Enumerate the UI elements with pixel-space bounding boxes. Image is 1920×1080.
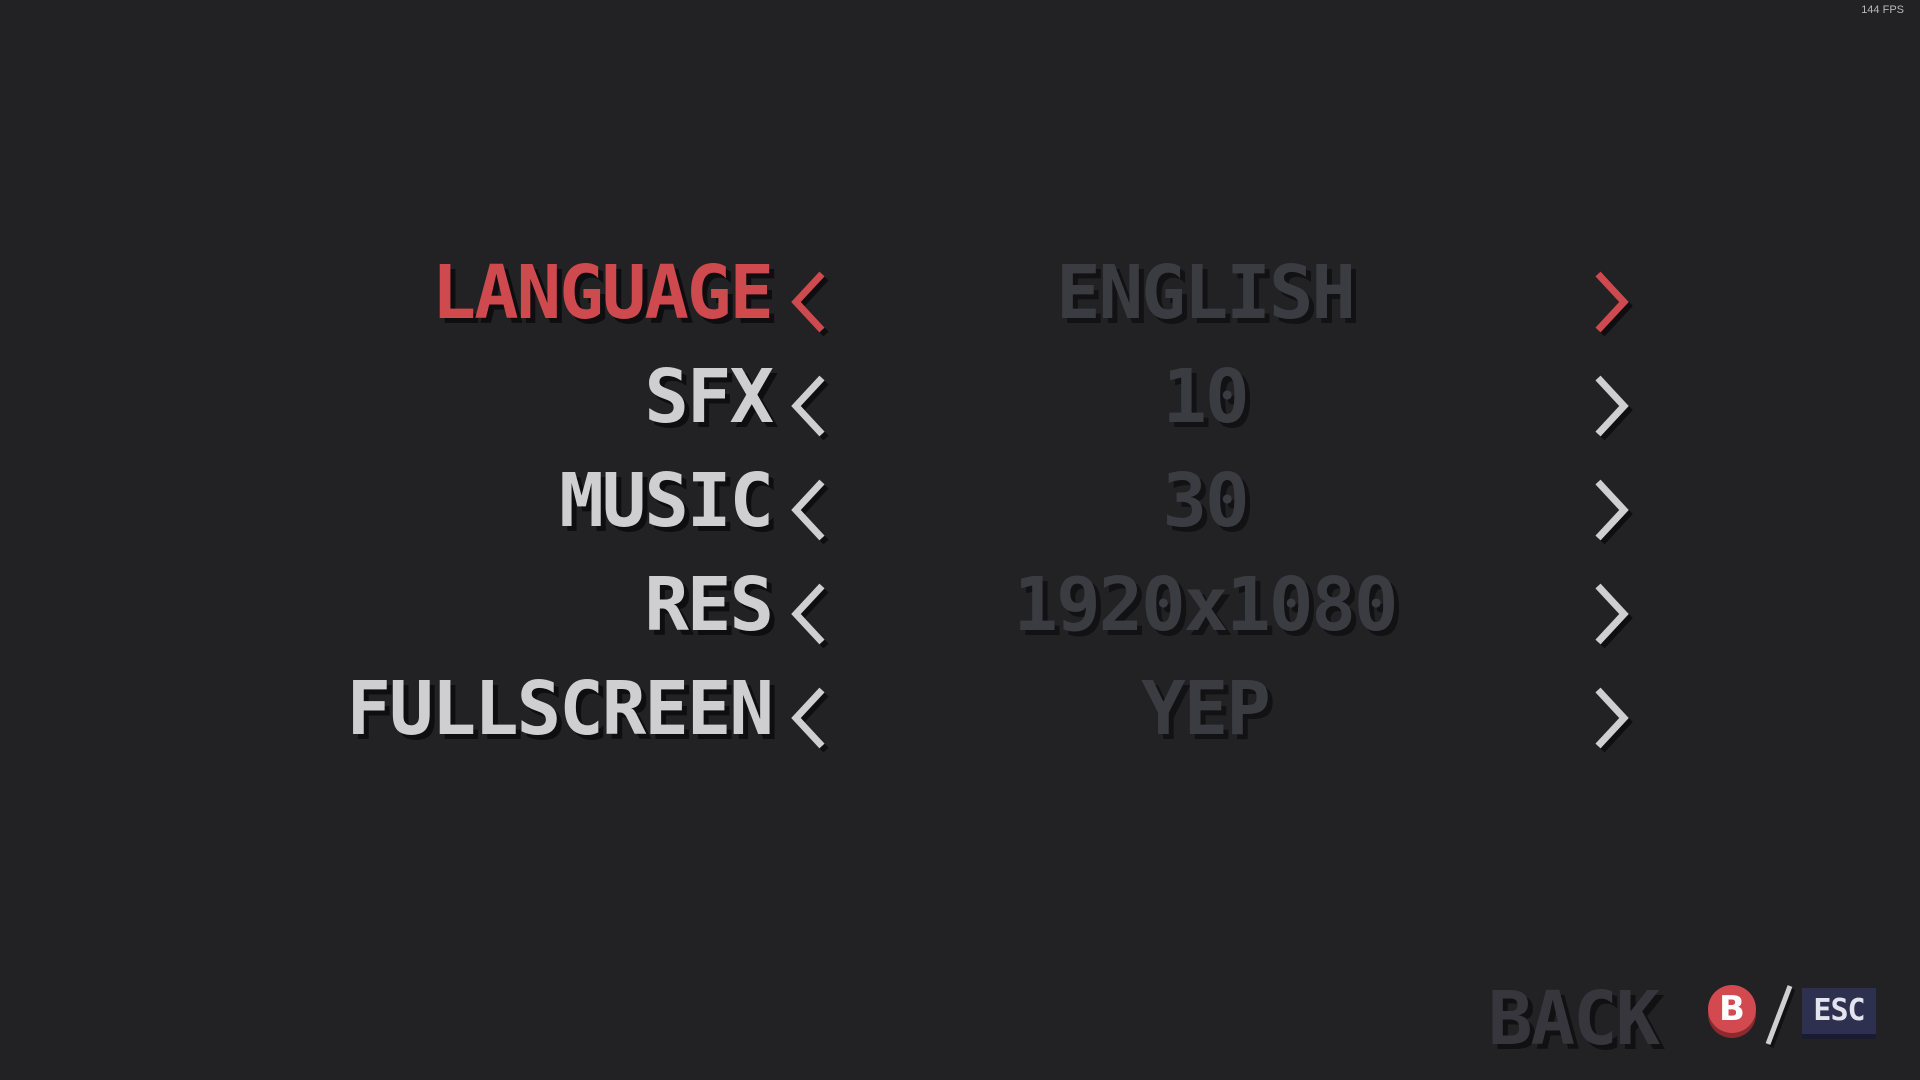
chevron-right-icon[interactable] <box>1584 266 1636 338</box>
setting-row-language[interactable]: LANGUAGE ENGLISH <box>0 248 1920 352</box>
setting-label-language: LANGUAGE <box>431 250 774 336</box>
chevron-right-icon[interactable] <box>1584 578 1636 650</box>
setting-label-sfx: SFX <box>644 354 774 440</box>
back-label: BACK <box>1488 976 1660 1062</box>
esc-key-icon: ESC <box>1802 988 1876 1034</box>
setting-value-fullscreen: YEP <box>1141 666 1271 752</box>
setting-row-music[interactable]: MUSIC 30 <box>0 456 1920 560</box>
chevron-right-icon[interactable] <box>1584 370 1636 442</box>
chevron-left-icon[interactable] <box>784 578 836 650</box>
chevron-right-icon[interactable] <box>1584 474 1636 546</box>
setting-value-language: ENGLISH <box>1056 250 1356 336</box>
setting-value-music: 30 <box>1162 458 1249 544</box>
chevron-left-icon[interactable] <box>784 370 836 442</box>
setting-row-fullscreen[interactable]: FULLSCREEN YEP <box>0 664 1920 768</box>
setting-row-res[interactable]: RES 1920x1080 <box>0 560 1920 664</box>
chevron-right-icon[interactable] <box>1584 682 1636 754</box>
slash-separator <box>1765 985 1796 1048</box>
setting-label-fullscreen: FULLSCREEN <box>346 666 774 752</box>
setting-row-sfx[interactable]: SFX 10 <box>0 352 1920 456</box>
fps-counter: 144 FPS <box>1861 4 1904 16</box>
setting-value-sfx: 10 <box>1162 354 1249 440</box>
setting-label-music: MUSIC <box>559 458 774 544</box>
chevron-left-icon[interactable] <box>784 474 836 546</box>
gamepad-b-button-icon: B <box>1708 985 1756 1033</box>
setting-value-res: 1920x1080 <box>1013 562 1399 648</box>
setting-label-res: RES <box>644 562 774 648</box>
chevron-left-icon[interactable] <box>784 266 836 338</box>
chevron-left-icon[interactable] <box>784 682 836 754</box>
back-button[interactable]: BACK B ESC <box>1488 976 1888 1060</box>
